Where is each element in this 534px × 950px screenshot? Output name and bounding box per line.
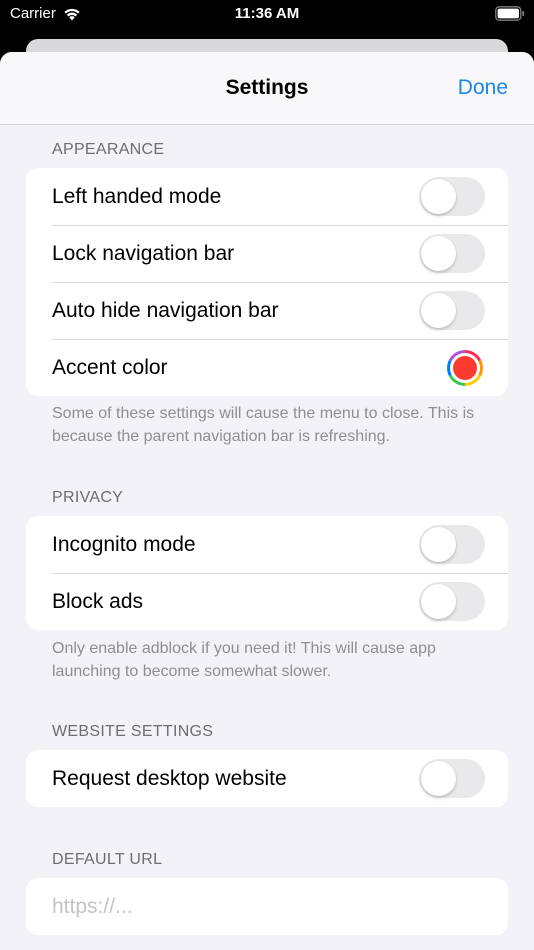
request-desktop-website-toggle[interactable] — [419, 759, 485, 798]
privacy-group: Incognito mode Block ads — [26, 516, 508, 630]
row-left-handed-mode: Left handed mode — [26, 168, 508, 225]
settings-sheet: Settings Done APPEARANCE Left handed mod… — [0, 52, 534, 950]
status-time: 11:36 AM — [234, 5, 300, 22]
lock-navigation-bar-toggle[interactable] — [419, 234, 485, 273]
section-header-appearance: APPEARANCE — [52, 141, 165, 158]
toggle-knob — [421, 293, 456, 328]
incognito-mode-toggle[interactable] — [419, 525, 485, 564]
toggle-knob — [421, 584, 456, 619]
row-lock-navigation-bar: Lock navigation bar — [26, 225, 508, 282]
done-button[interactable]: Done — [458, 76, 508, 100]
battery-icon — [495, 6, 525, 21]
section-header-privacy: PRIVACY — [52, 489, 124, 506]
row-label: Accent color — [52, 356, 168, 379]
status-bar: Carrier 11:36 AM — [0, 0, 534, 30]
default-url-input[interactable] — [52, 878, 482, 935]
default-url-field — [26, 878, 508, 935]
toggle-knob — [421, 236, 456, 271]
row-auto-hide-navigation-bar: Auto hide navigation bar — [26, 282, 508, 339]
row-block-ads: Block ads — [26, 573, 508, 630]
row-label: Left handed mode — [52, 185, 222, 208]
section-header-default-url: DEFAULT URL — [52, 851, 163, 868]
auto-hide-navigation-bar-toggle[interactable] — [419, 291, 485, 330]
toggle-knob — [421, 527, 456, 562]
toggle-knob — [421, 179, 456, 214]
left-handed-mode-toggle[interactable] — [419, 177, 485, 216]
row-label: Block ads — [52, 590, 144, 613]
privacy-footer: Only enable adblock if you need it! This… — [52, 640, 436, 680]
row-request-desktop-website: Request desktop website — [26, 750, 508, 807]
appearance-group: Left handed mode Lock navigation bar Aut… — [26, 168, 508, 396]
page-title: Settings — [225, 76, 309, 99]
navigation-bar: Settings Done — [0, 52, 534, 125]
website-settings-group: Request desktop website — [26, 750, 508, 807]
row-label: Incognito mode — [52, 533, 196, 556]
row-accent-color: Accent color — [26, 339, 508, 396]
accent-color-well[interactable] — [447, 350, 483, 386]
row-label: Auto hide navigation bar — [52, 299, 279, 322]
block-ads-toggle[interactable] — [419, 582, 485, 621]
row-label: Request desktop website — [52, 767, 287, 790]
appearance-footer: Some of these settings will cause the me… — [52, 405, 475, 445]
row-label: Lock navigation bar — [52, 242, 235, 265]
toggle-knob — [421, 761, 456, 796]
section-header-website-settings: WEBSITE SETTINGS — [52, 723, 214, 740]
row-incognito-mode: Incognito mode — [26, 516, 508, 573]
